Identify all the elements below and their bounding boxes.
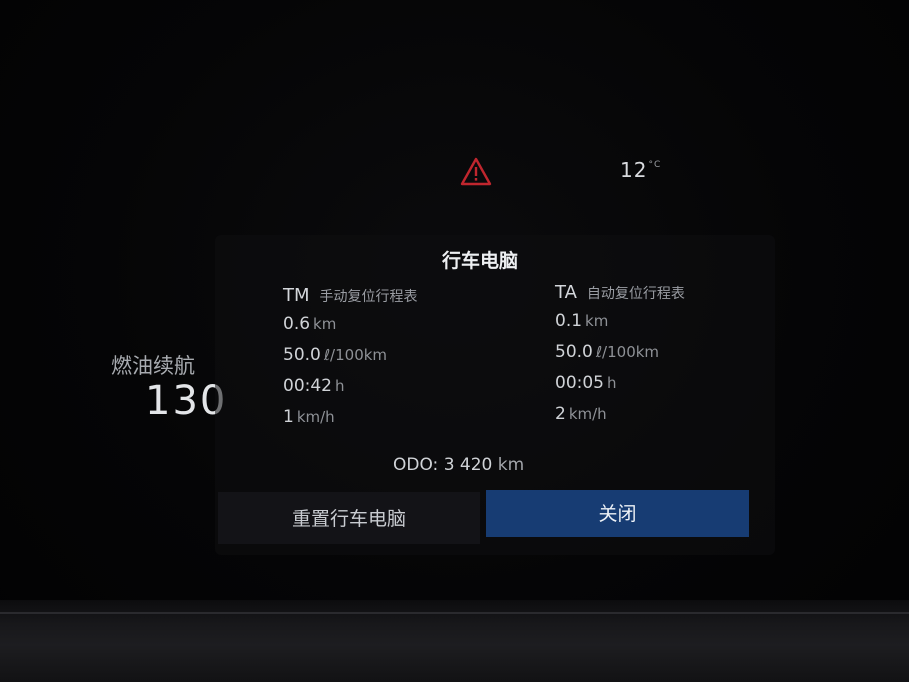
tm-distance-value: 0.6 xyxy=(283,314,311,334)
ta-consumption: 50.0 ℓ/100km xyxy=(555,337,685,368)
ta-time: 00:05 h xyxy=(555,368,685,399)
ta-distance-value: 0.1 xyxy=(555,311,583,331)
temperature-value: 12 xyxy=(620,158,648,182)
tm-distance-unit: km xyxy=(313,315,337,333)
ta-code: TA xyxy=(555,282,577,303)
close-button[interactable]: 关闭 xyxy=(486,490,749,537)
tm-header: TM 手动复位行程表 xyxy=(283,285,418,309)
outside-temperature: 12°C xyxy=(620,158,661,182)
tm-speed-value: 1 xyxy=(283,407,294,427)
ta-time-value: 00:05 xyxy=(555,373,604,393)
ta-speed-unit: km/h xyxy=(568,405,607,423)
tm-distance: 0.6 km xyxy=(283,309,418,340)
tm-code: TM xyxy=(283,285,310,306)
ta-time-unit: h xyxy=(607,374,617,392)
ta-consumption-value: 50.0 xyxy=(555,342,593,362)
fuel-range-label: 燃油续航 xyxy=(111,354,195,378)
ta-distance: 0.1 km xyxy=(555,306,685,337)
tm-label: 手动复位行程表 xyxy=(319,289,418,305)
ta-speed: 2 km/h xyxy=(555,399,685,430)
tm-consumption: 50.0 ℓ/100km xyxy=(283,340,418,371)
ta-header: TA 自动复位行程表 xyxy=(555,282,685,306)
odo-label: ODO: xyxy=(393,455,439,475)
trip-meter-tm: TM 手动复位行程表 0.6 km 50.0 ℓ/100km 00:42 h 1 km/… xyxy=(283,285,418,433)
ta-consumption-unit: ℓ/100km xyxy=(595,343,660,361)
tm-time-unit: h xyxy=(335,377,345,395)
dialog-title: 行车电脑 xyxy=(441,250,518,272)
tm-time-value: 00:42 xyxy=(283,376,332,396)
bezel-divider xyxy=(0,612,909,614)
trip-meter-ta: TA 自动复位行程表 0.1 km 50.0 ℓ/100km 00:05 h 2 km/… xyxy=(555,282,685,430)
odometer: ODO: 3 420 km xyxy=(393,455,524,475)
reset-trip-computer-button[interactable]: 重置行车电脑 xyxy=(218,492,480,544)
ta-distance-unit: km xyxy=(585,312,609,330)
instrument-cluster-screen: 12°C 燃油续航 130 行车电脑 TM 手动复位行程表 0.6 km 50.0… xyxy=(0,0,909,682)
temperature-unit: °C xyxy=(648,160,662,170)
tm-time: 00:42 h xyxy=(283,371,418,402)
ta-label: 自动复位行程表 xyxy=(586,286,685,302)
tm-consumption-unit: ℓ/100km xyxy=(323,346,388,364)
ta-speed-value: 2 xyxy=(555,404,566,424)
tm-speed: 1 km/h xyxy=(283,402,418,433)
odo-value: 3 420 xyxy=(443,455,493,475)
odo-unit: km xyxy=(497,455,525,475)
warning-triangle-icon xyxy=(460,157,492,186)
tm-speed-unit: km/h xyxy=(296,408,335,426)
tm-consumption-value: 50.0 xyxy=(283,345,321,365)
